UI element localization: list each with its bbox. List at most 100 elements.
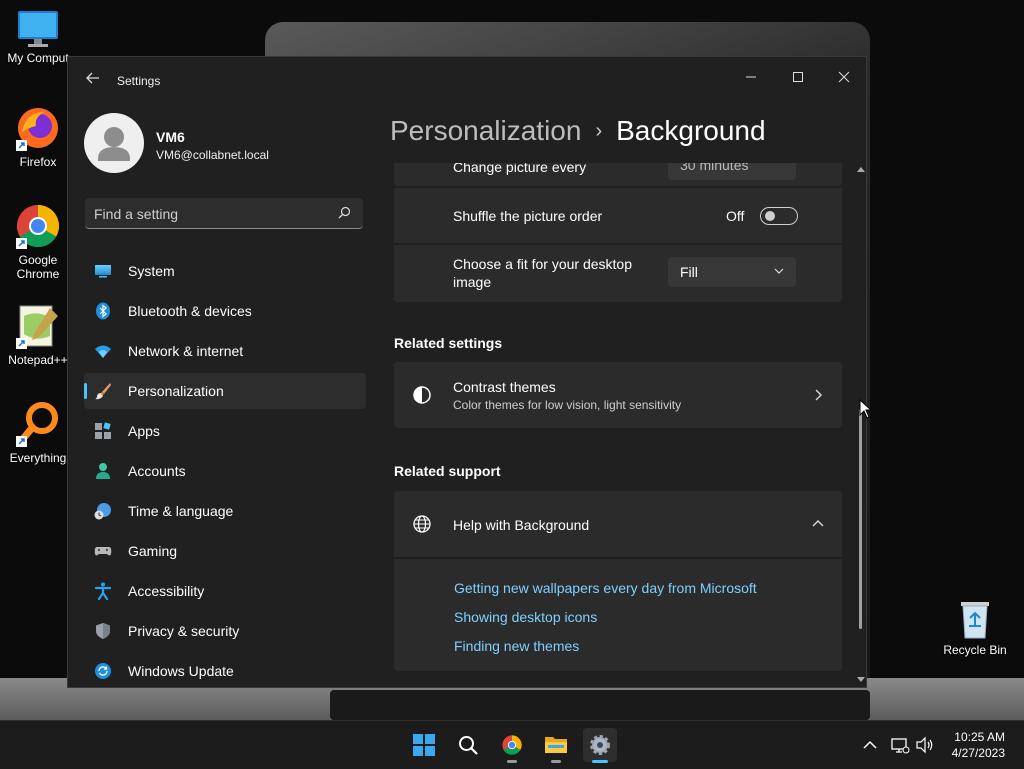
avatar xyxy=(84,113,144,173)
sidebar-item-label: Apps xyxy=(128,423,160,439)
file-explorer-icon xyxy=(545,737,567,753)
apps-icon xyxy=(95,422,111,439)
close-button[interactable] xyxy=(821,63,866,93)
recycle-bin-icon xyxy=(955,596,995,640)
contrast-themes-subtitle: Color themes for low vision, light sensi… xyxy=(453,398,682,412)
toggle-knob xyxy=(765,211,775,221)
desktop-icon-everything[interactable]: Everything xyxy=(0,400,76,465)
desktop-icon-label: Notepad++ xyxy=(8,353,68,367)
bluetooth-icon xyxy=(96,302,110,320)
settings-search-box[interactable] xyxy=(85,198,363,229)
sidebar-item-accounts[interactable]: Accounts xyxy=(84,453,366,489)
fit-dropdown[interactable]: Fill xyxy=(668,257,796,287)
close-icon xyxy=(838,71,850,83)
chevron-down-icon xyxy=(774,268,784,274)
change-picture-label: Change picture every xyxy=(453,163,587,175)
volume-icon[interactable] xyxy=(915,735,935,755)
start-icon xyxy=(413,734,435,756)
sidebar-item-label: Windows Update xyxy=(128,663,234,679)
help-link[interactable]: Showing desktop icons xyxy=(454,609,597,625)
desktop-icon-label: Google Chrome xyxy=(16,253,60,281)
sidebar-item-system[interactable]: System xyxy=(84,253,366,289)
sidebar-item-accessibility[interactable]: Accessibility xyxy=(84,573,366,609)
chevron-up-icon[interactable] xyxy=(860,735,880,755)
back-button[interactable] xyxy=(83,71,103,91)
settings-content: Change picture every 30 minutes Shuffle … xyxy=(394,163,844,685)
chevron-right-icon: › xyxy=(595,120,603,142)
chrome-icon xyxy=(14,202,62,250)
sidebar-item-apps[interactable]: Apps xyxy=(84,413,366,449)
help-link[interactable]: Getting new wallpapers every day from Mi… xyxy=(454,580,757,596)
active-indicator xyxy=(592,760,608,763)
monitor-icon xyxy=(95,265,111,278)
toggle-state-label: Off xyxy=(726,208,745,224)
desktop-icon-firefox[interactable]: Firefox xyxy=(0,104,76,169)
sidebar-item-network[interactable]: Network & internet xyxy=(84,333,366,369)
desktop-icon-notepadpp[interactable]: Notepad++ xyxy=(0,302,76,367)
sidebar-item-label: Privacy & security xyxy=(128,623,240,639)
fit-label-line2: image xyxy=(453,274,492,290)
chevron-right-icon xyxy=(815,389,822,401)
help-with-background-header[interactable]: Help with Background xyxy=(394,491,842,557)
contrast-themes-row[interactable]: Contrast themes Color themes for low vis… xyxy=(394,362,842,428)
help-link[interactable]: Finding new themes xyxy=(454,638,579,654)
desktop-icon-my-computer[interactable]: My Comput xyxy=(0,8,76,65)
breadcrumb-parent[interactable]: Personalization xyxy=(390,115,581,146)
search-icon xyxy=(459,736,478,755)
system-clock[interactable]: 10:25 AM 4/27/2023 xyxy=(952,729,1005,761)
sidebar-item-personalization[interactable]: Personalization xyxy=(84,373,366,409)
clock-time: 10:25 AM xyxy=(954,730,1005,744)
dropdown-value: Fill xyxy=(680,264,698,280)
sidebar-item-label: Accounts xyxy=(128,463,186,479)
brush-icon xyxy=(95,383,111,400)
taskbar-chrome[interactable] xyxy=(495,728,529,763)
sidebar-item-time-language[interactable]: Time & language xyxy=(84,493,366,529)
related-settings-heading: Related settings xyxy=(394,335,503,351)
network-icon[interactable] xyxy=(890,735,910,755)
minimize-button[interactable] xyxy=(728,63,774,93)
desktop-icon-chrome[interactable]: Google Chrome xyxy=(0,202,76,281)
notepadpp-icon xyxy=(14,302,62,350)
update-icon xyxy=(95,663,111,679)
desktop-icon-label: My Comput xyxy=(7,51,69,65)
dropdown-value: 30 minutes xyxy=(680,163,749,173)
sidebar-item-label: Personalization xyxy=(128,383,224,399)
desktop-icon-recycle-bin[interactable]: Recycle Bin xyxy=(937,596,1013,657)
sidebar-item-label: Gaming xyxy=(128,543,178,559)
taskbar-settings[interactable] xyxy=(583,728,617,763)
change-picture-dropdown[interactable]: 30 minutes xyxy=(668,163,796,180)
accessibility-icon xyxy=(94,582,112,600)
breadcrumb: Personalization › Background xyxy=(390,115,766,147)
start-button[interactable] xyxy=(407,728,441,762)
wallpaper-base xyxy=(330,690,870,720)
sidebar-item-windows-update[interactable]: Windows Update xyxy=(84,653,366,687)
search-icon[interactable] xyxy=(338,206,351,219)
sidebar-item-privacy-security[interactable]: Privacy & security xyxy=(84,613,366,649)
minimize-icon xyxy=(746,76,756,78)
sidebar-item-gaming[interactable]: Gaming xyxy=(84,533,366,569)
sidebar-item-bluetooth[interactable]: Bluetooth & devices xyxy=(84,293,366,329)
contrast-themes-title: Contrast themes xyxy=(453,379,556,395)
taskbar-search-button[interactable] xyxy=(451,728,485,762)
sidebar-item-label: Bluetooth & devices xyxy=(128,303,252,319)
arrow-left-icon xyxy=(86,72,99,84)
shuffle-toggle[interactable] xyxy=(760,207,798,225)
globe-clock-icon xyxy=(94,503,111,520)
related-support-heading: Related support xyxy=(394,463,501,479)
scroll-up-icon[interactable] xyxy=(856,165,866,173)
running-indicator xyxy=(551,760,561,763)
monitor-icon xyxy=(16,8,60,48)
sidebar-item-label: Time & language xyxy=(128,503,234,519)
search-input[interactable] xyxy=(85,198,336,229)
gamepad-icon xyxy=(94,547,112,556)
chevron-up-icon xyxy=(812,520,824,527)
scrollbar-thumb[interactable] xyxy=(859,409,862,629)
chrome-icon xyxy=(502,735,522,755)
content-scrollbar[interactable] xyxy=(855,165,866,685)
taskbar-file-explorer[interactable] xyxy=(539,728,573,763)
running-indicator xyxy=(507,760,517,763)
sidebar-item-label: Accessibility xyxy=(128,583,205,599)
scroll-down-icon[interactable] xyxy=(856,676,866,684)
settings-icon xyxy=(590,735,610,755)
maximize-button[interactable] xyxy=(775,63,821,93)
